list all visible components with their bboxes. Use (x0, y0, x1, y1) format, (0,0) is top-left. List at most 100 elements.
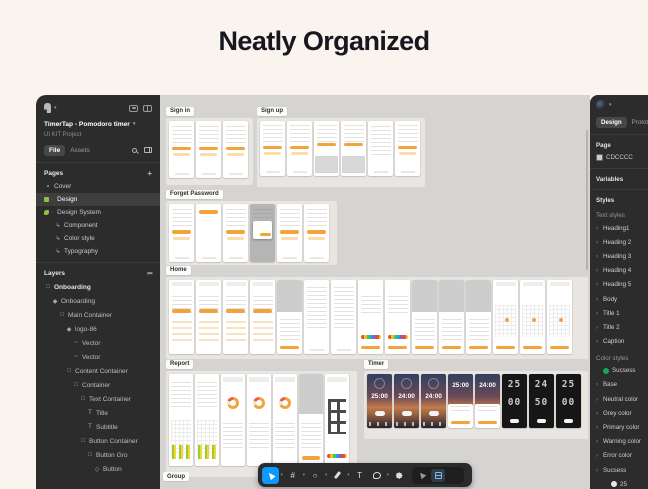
phone-thumbnail-blank[interactable] (196, 204, 221, 262)
phone-thumbnail-home[interactable] (223, 280, 248, 354)
text-style-caption[interactable]: ›Caption (590, 335, 648, 349)
layer-row-logo-86[interactable]: ◆logo-86 (36, 322, 160, 336)
chevron-right-icon[interactable]: › (596, 267, 603, 274)
chevron-right-icon[interactable]: › (596, 281, 603, 288)
design-mode-icon[interactable] (415, 469, 429, 482)
phone-thumbnail-sheet[interactable]: 24:00 (475, 374, 500, 428)
phone-thumbnail-home[interactable] (250, 280, 275, 354)
chevron-right-icon[interactable]: › (596, 396, 603, 403)
phone-thumbnail-form[interactable] (287, 121, 312, 176)
color-style-grey-color[interactable]: ›Grey color (590, 406, 648, 420)
page-item-cover[interactable]: ⋆Cover (36, 180, 160, 193)
chevron-right-icon[interactable]: › (596, 324, 603, 331)
library-icon[interactable] (144, 147, 152, 153)
phone-thumbnail-form[interactable] (260, 121, 285, 176)
text-style-title-2[interactable]: ›Title 2 (590, 320, 648, 334)
layer-row-button-container[interactable]: □Button Container (36, 434, 160, 448)
layers-filter-icon[interactable]: ≔ (147, 270, 152, 277)
phone-thumbnail-home[interactable] (169, 280, 194, 354)
frame-label-home[interactable]: Home (166, 266, 191, 275)
phone-thumbnail-chart[interactable] (195, 374, 219, 466)
search-icon[interactable] (132, 148, 137, 153)
phone-thumbnail-graytop[interactable] (277, 280, 302, 354)
text-tool[interactable]: T (351, 467, 368, 484)
toggle-panels-icon[interactable] (143, 105, 152, 112)
color-style-sucsess[interactable]: Sucsess (590, 364, 648, 378)
page-item-typography[interactable]: ↳Typography (36, 245, 160, 258)
frame-label-timer[interactable]: Timer (364, 360, 388, 369)
text-style-heading-4[interactable]: ›Heading 4 (590, 264, 648, 278)
phone-thumbnail-grid[interactable] (493, 280, 518, 354)
phone-thumbnail-graytop[interactable] (439, 280, 464, 354)
styles-header[interactable]: Styles (590, 194, 648, 206)
phone-thumbnail-list[interactable] (331, 280, 356, 354)
phone-thumbnail-form[interactable] (304, 204, 329, 262)
phone-thumbnail-keypad[interactable] (341, 121, 366, 176)
page-item-color-style[interactable]: ↳Color style (36, 232, 160, 245)
color-style-warning-color[interactable]: ›Warning color (590, 435, 648, 449)
chevron-right-icon[interactable]: › (596, 296, 603, 303)
phone-thumbnail-grid[interactable] (520, 280, 545, 354)
layer-row-title[interactable]: TTitle (36, 406, 160, 420)
frame-label-group[interactable]: Group (163, 472, 189, 481)
layer-row-main-container[interactable]: □Main Container (36, 308, 160, 322)
phone-thumbnail-form[interactable] (196, 121, 221, 178)
code-view-icon[interactable] (447, 469, 461, 482)
frame-tool[interactable]: # (284, 467, 301, 484)
text-style-heading1[interactable]: ›Heading1 (590, 221, 648, 235)
avatar[interactable] (596, 100, 606, 110)
layer-row-container[interactable]: □Container (36, 378, 160, 392)
chevron-right-icon[interactable]: › (596, 452, 603, 459)
tool-dropdown-caret[interactable]: ▾ (303, 472, 305, 478)
layer-row-vector[interactable]: ~Vector (36, 350, 160, 364)
frame-label-forget[interactable]: Forget Password (166, 190, 223, 199)
phone-thumbnail-list[interactable] (304, 280, 329, 354)
layer-row-subtitle[interactable]: TSubtitle (36, 420, 160, 434)
layer-row-vector[interactable]: ~Vector (36, 336, 160, 350)
color-style-neutral-color[interactable]: ›Neutral color (590, 392, 648, 406)
phone-thumbnail-flip[interactable]: 2500 (502, 374, 527, 428)
phone-thumbnail-list[interactable] (368, 121, 393, 176)
phone-thumbnail-graytop[interactable] (412, 280, 437, 354)
chevron-right-icon[interactable]: › (596, 253, 603, 260)
color-style-sucsess[interactable]: ›Sucsess (590, 463, 648, 477)
file-name[interactable]: TimerTap - Pomodoro timer▾ (36, 118, 160, 130)
phone-thumbnail-graytop[interactable] (299, 374, 323, 466)
chevron-right-icon[interactable]: › (596, 310, 603, 317)
text-style-body[interactable]: ›Body (590, 292, 648, 306)
tool-dropdown-caret[interactable]: ▾ (281, 472, 283, 478)
tab-design[interactable]: Design (596, 117, 627, 128)
pen-tool[interactable] (329, 467, 346, 484)
chevron-right-icon[interactable]: › (596, 225, 603, 232)
actions-tool[interactable] (390, 467, 407, 484)
chevron-right-icon[interactable]: › (596, 467, 603, 474)
phone-thumbnail-form[interactable] (223, 204, 248, 262)
chevron-down-icon[interactable]: ▾ (54, 105, 57, 111)
canvas-scrollbar[interactable] (586, 130, 588, 270)
shape-tool[interactable]: ○ (307, 467, 324, 484)
text-style-heading-5[interactable]: ›Heading 5 (590, 278, 648, 292)
phone-thumbnail-form[interactable] (169, 204, 194, 262)
page-item-component[interactable]: ↳Component (36, 219, 160, 232)
phone-thumbnail-sunset[interactable]: 24:00 (394, 374, 419, 428)
text-style-heading-3[interactable]: ›Heading 3 (590, 249, 648, 263)
figma-logo-icon[interactable] (44, 103, 51, 113)
phone-thumbnail-sunset[interactable]: 24:00 (421, 374, 446, 428)
phone-thumbnail-sheet[interactable]: 25:00 (448, 374, 473, 428)
layer-row-button-gro[interactable]: □Button Gro (36, 448, 160, 462)
phone-thumbnail-home[interactable] (196, 280, 221, 354)
text-style-heading-2[interactable]: ›Heading 2 (590, 235, 648, 249)
frame-label-report[interactable]: Report (166, 360, 193, 369)
chevron-right-icon[interactable]: › (596, 424, 603, 431)
phone-thumbnail-emoji[interactable] (358, 280, 383, 354)
phone-thumbnail-flip[interactable]: 2450 (529, 374, 554, 428)
chevron-right-icon[interactable]: › (596, 381, 603, 388)
frame-label-signup[interactable]: Sign up (257, 107, 287, 116)
phone-thumbnail-flip[interactable]: 2500 (556, 374, 581, 428)
chevron-right-icon[interactable]: › (596, 338, 603, 345)
chevron-right-icon[interactable]: › (596, 239, 603, 246)
tool-dropdown-caret[interactable]: ▾ (325, 472, 327, 478)
layer-row-text-container[interactable]: □Text Container (36, 392, 160, 406)
minimize-ui-icon[interactable] (129, 105, 138, 112)
phone-thumbnail-graytop[interactable] (466, 280, 491, 354)
